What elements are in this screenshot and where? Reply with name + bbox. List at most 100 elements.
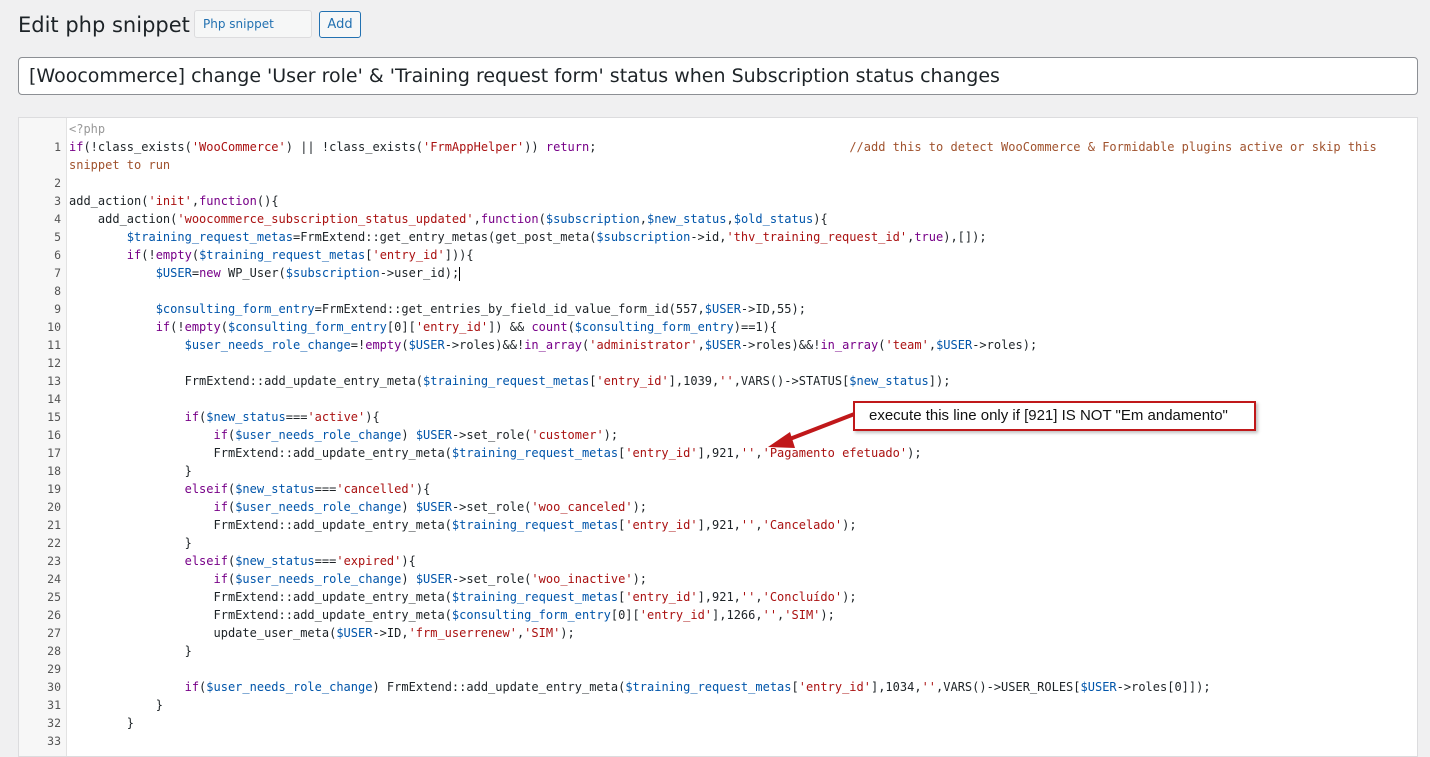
code-line: 24 if($user_needs_role_change) $USER->se… bbox=[19, 570, 1417, 588]
code-line: 2 bbox=[19, 174, 1417, 192]
code-line: 32 } bbox=[19, 714, 1417, 732]
line-number: 12 bbox=[47, 356, 61, 370]
code-text[interactable]: $consulting_form_entry=FrmExtend::get_en… bbox=[69, 300, 1367, 318]
page-title: Edit php snippet bbox=[18, 13, 190, 37]
code-text[interactable]: if(!empty($training_request_metas['entry… bbox=[69, 246, 1367, 264]
line-number: 2 bbox=[54, 176, 61, 190]
add-button[interactable]: Add bbox=[319, 11, 361, 38]
code-line: 21 FrmExtend::add_update_entry_meta($tra… bbox=[19, 516, 1417, 534]
code-line: 28 } bbox=[19, 642, 1417, 660]
code-line: 8 bbox=[19, 282, 1417, 300]
line-number: 6 bbox=[54, 248, 61, 262]
code-line: 27 update_user_meta($USER->ID,'frm_userr… bbox=[19, 624, 1417, 642]
line-number: 24 bbox=[47, 572, 61, 586]
code-text[interactable]: elseif($new_status==='cancelled'){ bbox=[69, 480, 1367, 498]
code-line: 19 elseif($new_status==='cancelled'){ bbox=[19, 480, 1417, 498]
code-editor[interactable]: <?php 1 if(!class_exists('WooCommerce') |… bbox=[18, 117, 1418, 757]
code-line: 10 if(!empty($consulting_form_entry[0]['… bbox=[19, 318, 1417, 336]
line-number: 32 bbox=[47, 716, 61, 730]
line-number: 7 bbox=[54, 266, 61, 280]
line-number: 16 bbox=[47, 428, 61, 442]
code-text[interactable]: if(!empty($consulting_form_entry[0]['ent… bbox=[69, 318, 1367, 336]
code-line: 9 $consulting_form_entry=FrmExtend::get_… bbox=[19, 300, 1417, 318]
code-line: 30 if($user_needs_role_change) FrmExtend… bbox=[19, 678, 1417, 696]
code-line-opening: <?php bbox=[19, 120, 1417, 138]
line-number: 27 bbox=[47, 626, 61, 640]
line-number: 4 bbox=[54, 212, 61, 226]
code-text[interactable]: } bbox=[69, 714, 1367, 732]
line-number: 1 bbox=[54, 140, 61, 154]
code-line: 25 FrmExtend::add_update_entry_meta($tra… bbox=[19, 588, 1417, 606]
code-line: 5 $training_request_metas=FrmExtend::get… bbox=[19, 228, 1417, 246]
line-number: 9 bbox=[54, 302, 61, 316]
code-line: 13 FrmExtend::add_update_entry_meta($tra… bbox=[19, 372, 1417, 390]
code-line: 12 bbox=[19, 354, 1417, 372]
line-number: 23 bbox=[47, 554, 61, 568]
code-text[interactable]: update_user_meta($USER->ID,'frm_userrene… bbox=[69, 624, 1367, 642]
code-text[interactable]: add_action('init',function(){ bbox=[69, 192, 1367, 210]
line-number: 15 bbox=[47, 410, 61, 424]
code-text[interactable]: FrmExtend::add_update_entry_meta($traini… bbox=[69, 444, 1367, 462]
line-number: 13 bbox=[47, 374, 61, 388]
code-text[interactable]: if(!class_exists('WooCommerce') || !clas… bbox=[69, 138, 1389, 174]
line-number: 14 bbox=[47, 392, 61, 406]
line-number: 30 bbox=[47, 680, 61, 694]
code-text[interactable]: } bbox=[69, 534, 1367, 552]
line-number: 20 bbox=[47, 500, 61, 514]
code-line: 11 $user_needs_role_change=!empty($USER-… bbox=[19, 336, 1417, 354]
code-line: 17 FrmExtend::add_update_entry_meta($tra… bbox=[19, 444, 1417, 462]
line-number: 33 bbox=[47, 734, 61, 748]
line-number: 21 bbox=[47, 518, 61, 532]
code-text[interactable]: } bbox=[69, 696, 1367, 714]
snippet-type-badge[interactable]: Php snippet bbox=[194, 10, 312, 38]
line-number: 19 bbox=[47, 482, 61, 496]
line-number: 25 bbox=[47, 590, 61, 604]
code-text[interactable]: $USER=new WP_User($subscription->user_id… bbox=[69, 264, 1367, 282]
code-text[interactable]: FrmExtend::add_update_entry_meta($traini… bbox=[69, 588, 1367, 606]
code-line: 6 if(!empty($training_request_metas['ent… bbox=[19, 246, 1417, 264]
code-text[interactable]: } bbox=[69, 462, 1367, 480]
php-open-tag: <?php bbox=[69, 122, 106, 136]
code-text[interactable]: if($user_needs_role_change) FrmExtend::a… bbox=[69, 678, 1367, 696]
code-text[interactable]: FrmExtend::add_update_entry_meta($traini… bbox=[69, 372, 1367, 390]
line-number: 31 bbox=[47, 698, 61, 712]
code-text[interactable]: elseif($new_status==='expired'){ bbox=[69, 552, 1367, 570]
line-number: 10 bbox=[47, 320, 61, 334]
line-number: 29 bbox=[47, 662, 61, 676]
code-text[interactable]: } bbox=[69, 642, 1367, 660]
line-number: 22 bbox=[47, 536, 61, 550]
code-line: 33 bbox=[19, 732, 1417, 750]
code-line: 4 add_action('woocommerce_subscription_s… bbox=[19, 210, 1417, 228]
code-area[interactable]: <?php 1 if(!class_exists('WooCommerce') |… bbox=[19, 120, 1417, 750]
code-line: 20 if($user_needs_role_change) $USER->se… bbox=[19, 498, 1417, 516]
code-line: 22 } bbox=[19, 534, 1417, 552]
line-number: 11 bbox=[47, 338, 61, 352]
code-text[interactable]: $user_needs_role_change=!empty($USER->ro… bbox=[69, 336, 1367, 354]
code-line: 3 add_action('init',function(){ bbox=[19, 192, 1417, 210]
line-number: 5 bbox=[54, 230, 61, 244]
code-line: 29 bbox=[19, 660, 1417, 678]
snippet-title-input[interactable] bbox=[18, 57, 1418, 95]
code-text[interactable]: add_action('woocommerce_subscription_sta… bbox=[69, 210, 1367, 228]
code-text[interactable]: if($user_needs_role_change) $USER->set_r… bbox=[69, 498, 1367, 516]
code-line: 23 elseif($new_status==='expired'){ bbox=[19, 552, 1417, 570]
annotation-callout: execute this line only if [921] IS NOT "… bbox=[853, 401, 1256, 431]
header: Edit php snippet Php snippet Add bbox=[0, 0, 1430, 50]
code-text[interactable]: FrmExtend::add_update_entry_meta($consul… bbox=[69, 606, 1367, 624]
line-number: 3 bbox=[54, 194, 61, 208]
line-number: 17 bbox=[47, 446, 61, 460]
code-lines: 1 if(!class_exists('WooCommerce') || !cla… bbox=[19, 138, 1417, 750]
line-number: 18 bbox=[47, 464, 61, 478]
code-line: 18 } bbox=[19, 462, 1417, 480]
line-number: 8 bbox=[54, 284, 61, 298]
code-text[interactable]: if($user_needs_role_change) $USER->set_r… bbox=[69, 570, 1367, 588]
code-line: 31 } bbox=[19, 696, 1417, 714]
code-text[interactable]: FrmExtend::add_update_entry_meta($traini… bbox=[69, 516, 1367, 534]
line-number: 26 bbox=[47, 608, 61, 622]
code-text[interactable]: $training_request_metas=FrmExtend::get_e… bbox=[69, 228, 1367, 246]
code-line: 1 if(!class_exists('WooCommerce') || !cla… bbox=[19, 138, 1417, 174]
code-line: 26 FrmExtend::add_update_entry_meta($con… bbox=[19, 606, 1417, 624]
code-line: 7 $USER=new WP_User($subscription->user_… bbox=[19, 264, 1417, 282]
text-cursor bbox=[459, 266, 461, 281]
line-number: 28 bbox=[47, 644, 61, 658]
